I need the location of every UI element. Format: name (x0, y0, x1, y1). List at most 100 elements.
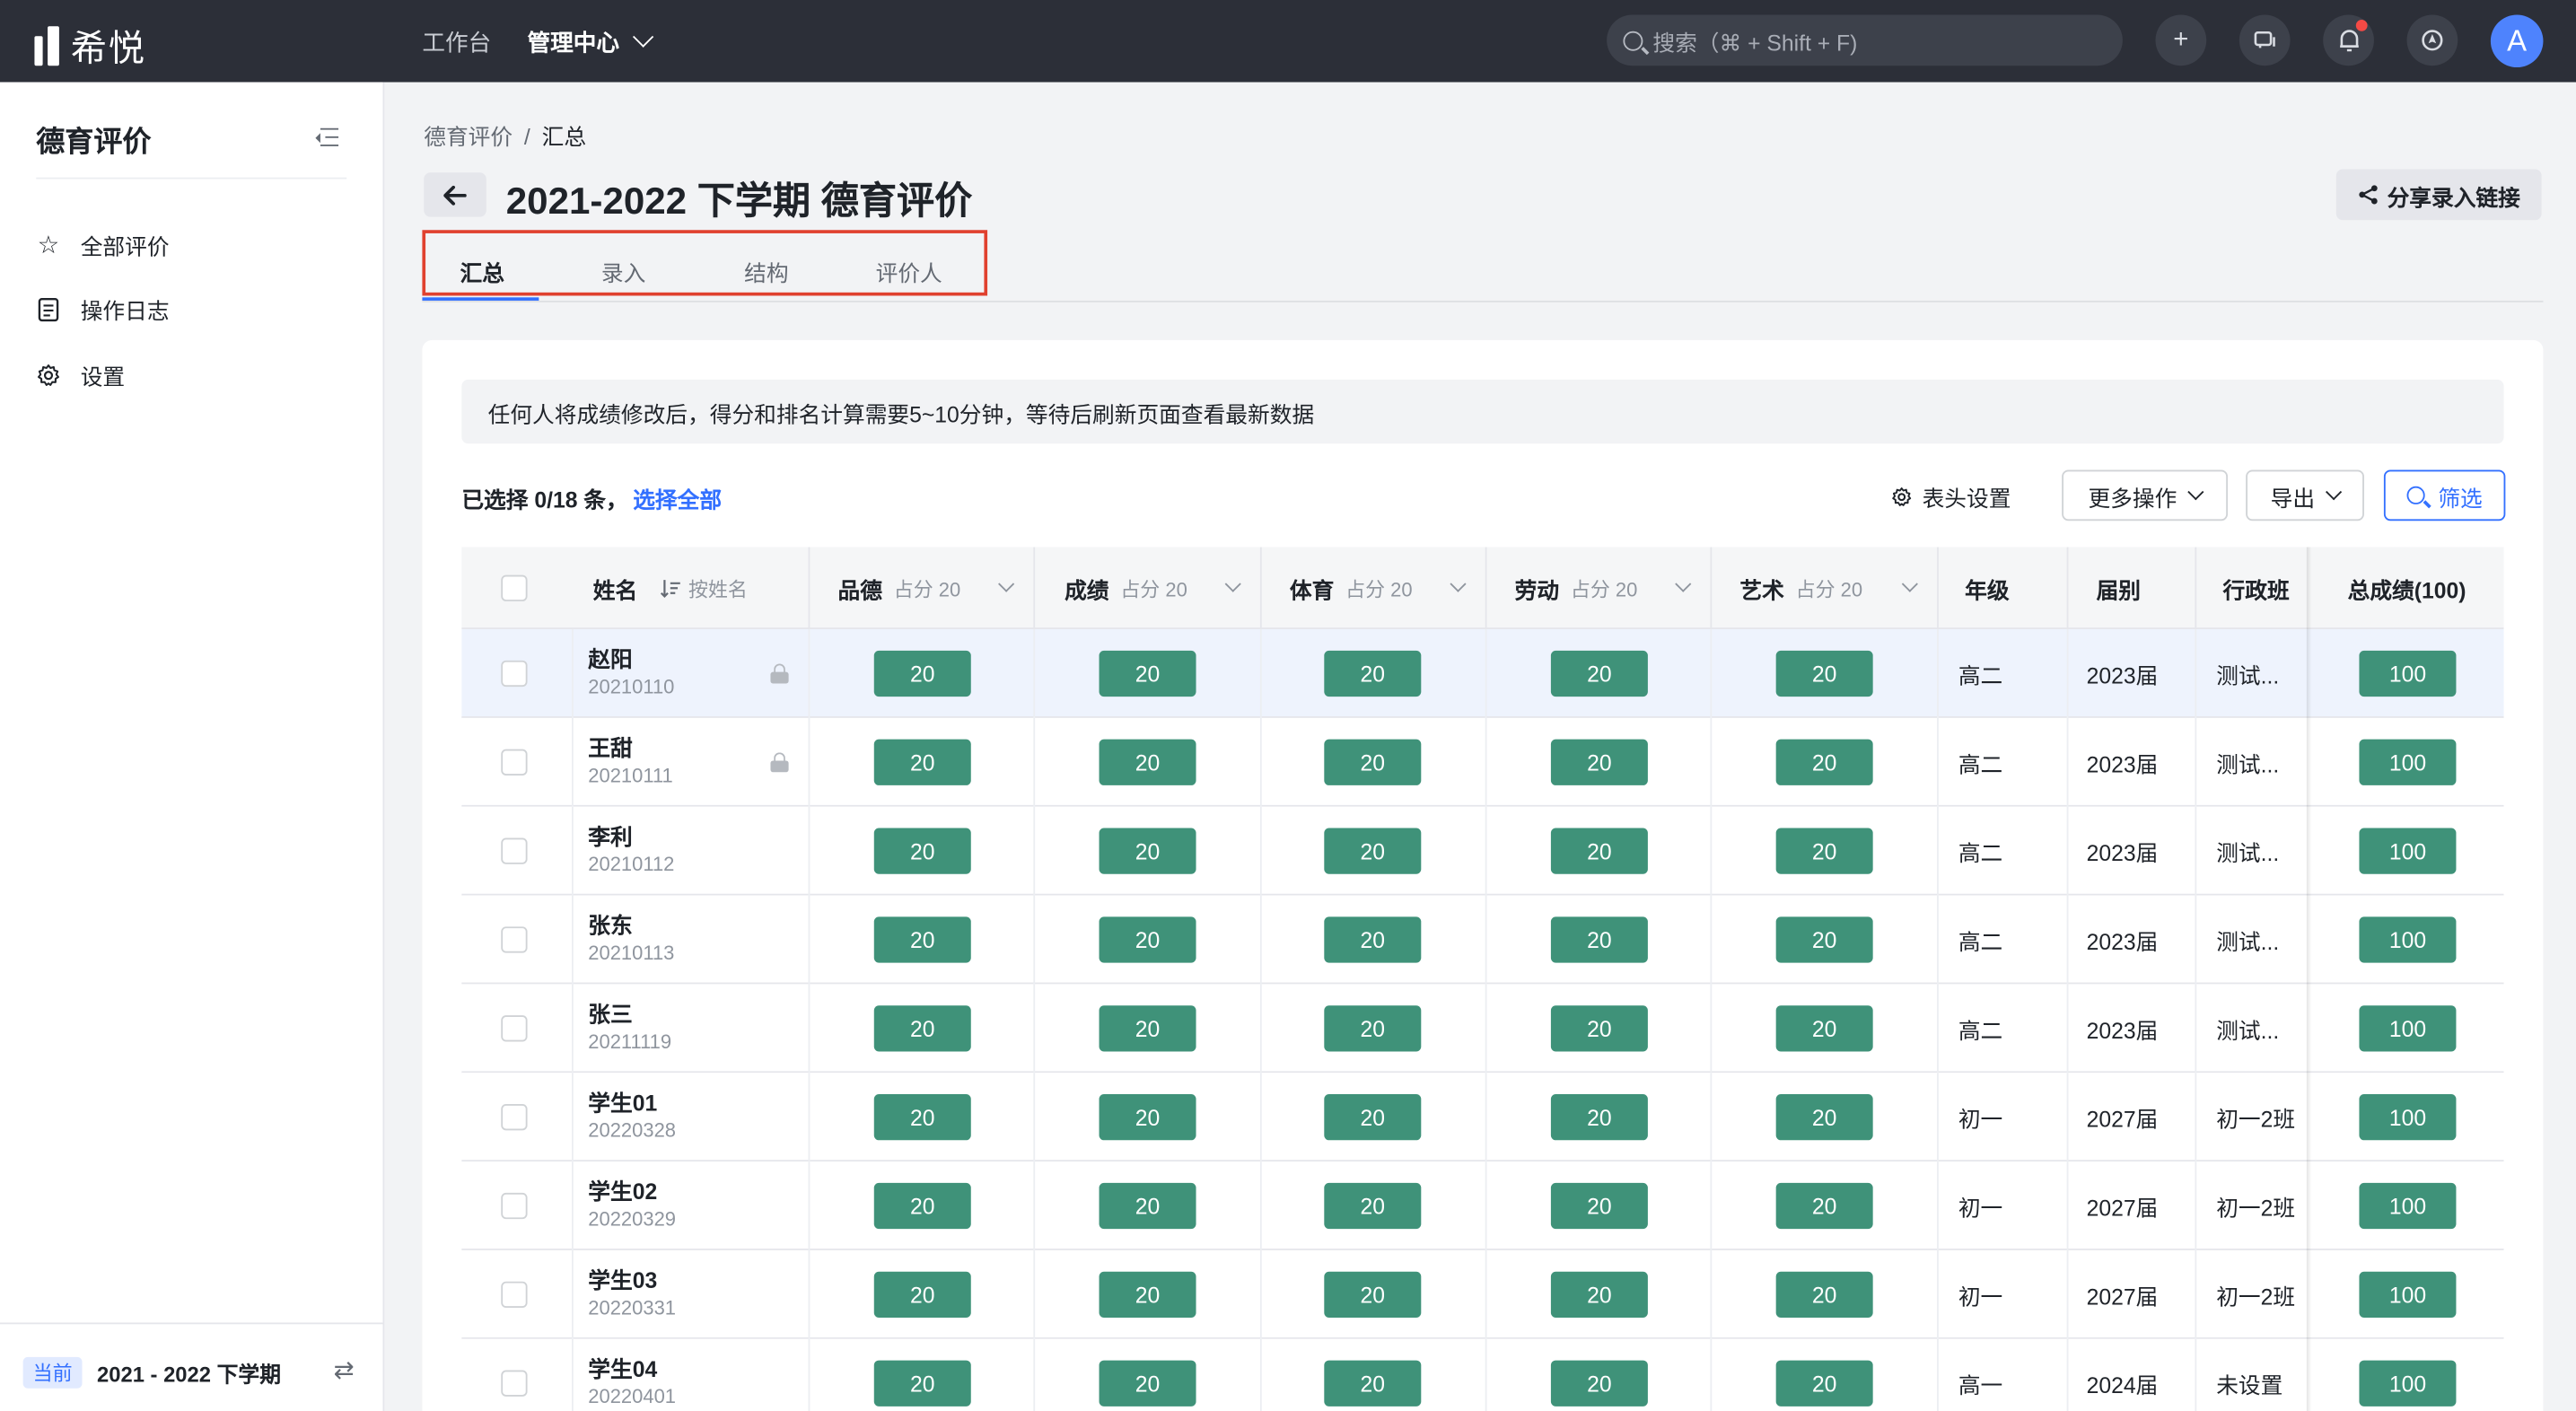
select-all-link[interactable]: 选择全部 (633, 488, 722, 513)
score-badge[interactable]: 20 (1099, 1094, 1196, 1141)
export-dropdown[interactable]: 导出 (2246, 469, 2364, 521)
select-all-checkbox[interactable] (501, 574, 528, 601)
row-checkbox[interactable] (501, 837, 528, 864)
student-cell[interactable]: 学生01 20220328 (588, 1091, 676, 1144)
score-badge[interactable]: 20 (1099, 1271, 1196, 1318)
avatar[interactable]: A (2490, 14, 2544, 68)
row-checkbox[interactable] (501, 1104, 528, 1131)
row-checkbox[interactable] (501, 1015, 528, 1042)
add-button[interactable]: + (2155, 14, 2207, 66)
score-badge[interactable]: 20 (1550, 916, 1648, 963)
score-badge[interactable]: 20 (1099, 828, 1196, 874)
apps-button[interactable] (2406, 14, 2458, 66)
score-badge[interactable]: 20 (1099, 1182, 1196, 1230)
student-cell[interactable]: 王甜 20210111 (588, 736, 672, 789)
filter-button[interactable]: 筛选 (2383, 469, 2506, 521)
score-badge[interactable]: 20 (1550, 1271, 1648, 1318)
nav-workbench[interactable]: 工作台 (422, 26, 491, 59)
score-badge[interactable]: 20 (1775, 1271, 1873, 1318)
score-badge[interactable]: 20 (1775, 1094, 1873, 1141)
logo[interactable]: 希悦 (34, 20, 145, 73)
score-badge[interactable]: 20 (873, 1094, 971, 1141)
score-badge[interactable]: 20 (1775, 916, 1873, 963)
score-badge[interactable]: 20 (1324, 1182, 1422, 1230)
row-checkbox[interactable] (501, 1192, 528, 1220)
messages-button[interactable] (2239, 14, 2291, 66)
student-cell[interactable]: 张三 20211119 (588, 1003, 671, 1056)
score-badge[interactable]: 20 (1324, 1271, 1422, 1318)
table-row[interactable]: 学生03 20220331 20 20 20 20 20 初一 2027届 初一2班 100 (461, 1249, 2504, 1339)
student-cell[interactable]: 学生04 20220401 (588, 1357, 676, 1410)
tab-evaluators[interactable]: 评价人 (876, 255, 942, 288)
header-settings-button[interactable]: 表头设置 (1891, 479, 2011, 513)
back-button[interactable] (424, 172, 486, 217)
student-cell[interactable]: 学生03 20220331 (588, 1268, 676, 1321)
score-badge[interactable]: 20 (1550, 739, 1648, 785)
row-checkbox[interactable] (501, 660, 528, 688)
score-badge[interactable]: 20 (1324, 1094, 1422, 1141)
score-badge[interactable]: 20 (1099, 1360, 1196, 1407)
score-badge[interactable]: 20 (1550, 650, 1648, 697)
sort-by-name[interactable]: 按姓名 (660, 574, 748, 602)
score-badge[interactable]: 20 (1099, 739, 1196, 785)
student-cell[interactable]: 赵阳 20210110 (588, 647, 674, 700)
score-badge[interactable]: 20 (1099, 650, 1196, 697)
score-badge[interactable]: 20 (1324, 1360, 1422, 1407)
tab-entry[interactable]: 录入 (601, 255, 645, 288)
score-badge[interactable]: 20 (1550, 1005, 1648, 1052)
score-badge[interactable]: 20 (873, 739, 971, 785)
score-badge[interactable]: 20 (1324, 916, 1422, 963)
nav-admin-center[interactable]: 管理中心 (528, 26, 620, 59)
score-badge[interactable]: 20 (1099, 916, 1196, 963)
score-badge[interactable]: 20 (873, 916, 971, 963)
score-badge[interactable]: 20 (873, 1182, 971, 1230)
search-input[interactable]: 搜索（⌘ + Shift + F) (1607, 14, 2123, 66)
score-badge[interactable]: 20 (873, 1005, 971, 1052)
column-subject[interactable]: 品德 占分 20 (838, 548, 961, 630)
table-row[interactable]: 学生04 20220401 20 20 20 20 20 高一 2024届 未设置 100 (461, 1338, 2504, 1411)
score-badge[interactable]: 20 (1775, 1360, 1873, 1407)
notifications-button[interactable] (2323, 14, 2374, 66)
score-badge[interactable]: 20 (1550, 1094, 1648, 1141)
swap-icon[interactable]: ⇄ (334, 1355, 355, 1385)
breadcrumb-item[interactable]: 德育评价 (424, 125, 513, 149)
chevron-down-icon[interactable] (1449, 548, 1468, 630)
sidebar-item-operation-log[interactable]: 操作日志 (36, 293, 170, 326)
table-row[interactable]: 学生01 20220328 20 20 20 20 20 初一 2027届 初一2班 100 (461, 1073, 2504, 1162)
score-badge[interactable]: 20 (1099, 1005, 1196, 1052)
row-checkbox[interactable] (501, 1370, 528, 1397)
column-subject[interactable]: 体育 占分 20 (1290, 548, 1413, 630)
collapse-sidebar-icon[interactable] (315, 127, 339, 147)
score-badge[interactable]: 20 (1775, 739, 1873, 785)
score-badge[interactable]: 20 (1324, 828, 1422, 874)
score-badge[interactable]: 20 (873, 650, 971, 697)
table-row[interactable]: 王甜 20210111 20 20 20 20 20 高二 2023届 测试... 100 (461, 717, 2504, 807)
row-checkbox[interactable] (501, 926, 528, 953)
student-cell[interactable]: 学生02 20220329 (588, 1179, 676, 1232)
tab-structure[interactable]: 结构 (744, 255, 788, 288)
term-switcher[interactable]: 当前 2021 - 2022 下学期 ⇄ (0, 1322, 383, 1411)
score-badge[interactable]: 20 (1324, 739, 1422, 785)
score-badge[interactable]: 20 (1775, 1182, 1873, 1230)
score-badge[interactable]: 20 (873, 1360, 971, 1407)
column-subject[interactable]: 劳动 占分 20 (1515, 548, 1638, 630)
score-badge[interactable]: 20 (1550, 828, 1648, 874)
tab-summary[interactable]: 汇总 (460, 255, 504, 288)
student-cell[interactable]: 张东 20210113 (588, 914, 674, 967)
more-actions-dropdown[interactable]: 更多操作 (2062, 469, 2229, 521)
score-badge[interactable]: 20 (873, 1271, 971, 1318)
row-checkbox[interactable] (501, 1281, 528, 1308)
table-row[interactable]: 李利 20210112 20 20 20 20 20 高二 2023届 测试... 100 (461, 806, 2504, 896)
student-cell[interactable]: 李利 20210112 (588, 825, 674, 878)
chevron-down-icon[interactable] (1901, 548, 1921, 630)
table-row[interactable]: 张东 20210113 20 20 20 20 20 高二 2023届 测试... 100 (461, 895, 2504, 985)
table-row[interactable]: 张三 20211119 20 20 20 20 20 高二 2023届 测试... 100 (461, 984, 2504, 1074)
column-subject[interactable]: 成绩 占分 20 (1065, 548, 1187, 630)
score-badge[interactable]: 20 (1324, 1005, 1422, 1052)
score-badge[interactable]: 20 (1550, 1182, 1648, 1230)
score-badge[interactable]: 20 (1775, 828, 1873, 874)
row-checkbox[interactable] (501, 749, 528, 776)
chevron-down-icon[interactable] (1224, 548, 1244, 630)
score-badge[interactable]: 20 (1775, 1005, 1873, 1052)
share-entry-link-button[interactable]: 分享录入链接 (2335, 169, 2542, 221)
